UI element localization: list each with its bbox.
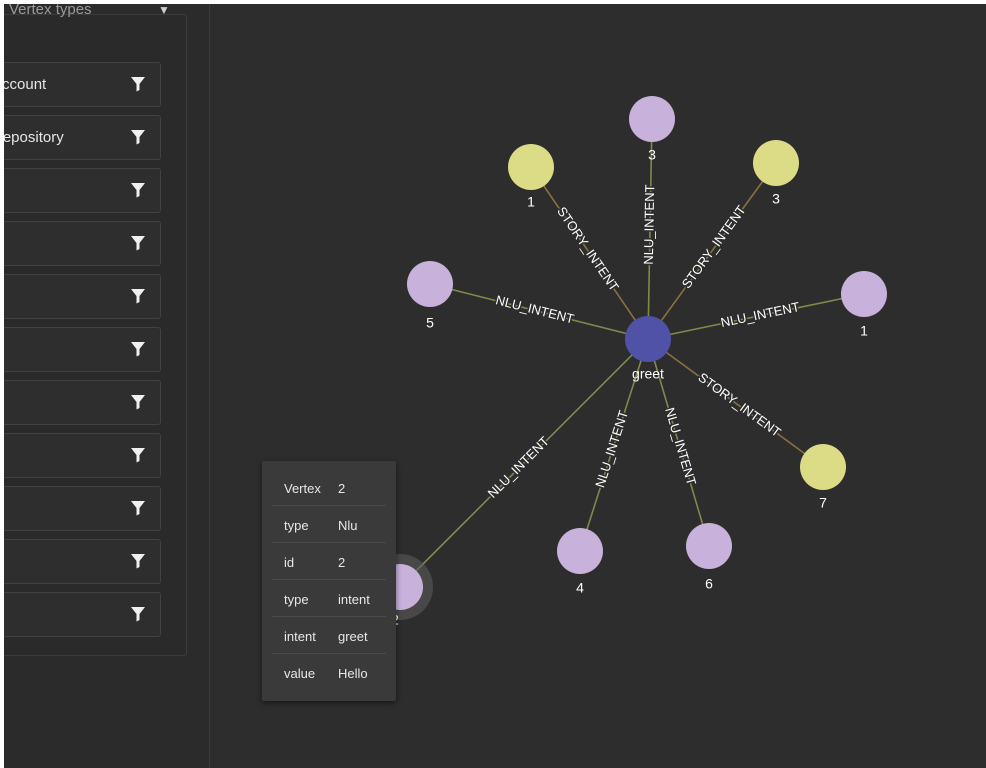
node-label: 1 xyxy=(860,323,868,339)
node-label: 7 xyxy=(819,495,827,511)
tooltip-key: value xyxy=(284,666,316,681)
node-label: 6 xyxy=(705,576,713,592)
tooltip-row: intent greet xyxy=(272,617,386,654)
graph-node[interactable] xyxy=(557,528,603,574)
vertex-tooltip: Vertex 2 type Nlu id 2 type intent inten… xyxy=(262,461,396,701)
node-label: 4 xyxy=(576,580,584,596)
edge-label: STORY_INTENT xyxy=(695,370,783,440)
edge-label: STORY_INTENT xyxy=(679,203,749,292)
tooltip-value: Nlu xyxy=(338,518,358,533)
edge-label: NLU_INTENT xyxy=(641,184,657,264)
node-label: 1 xyxy=(527,194,535,210)
edge-label: NLU_INTENT xyxy=(719,299,801,330)
graph-node[interactable] xyxy=(800,444,846,490)
graph-node[interactable] xyxy=(508,144,554,190)
edge-label: NLU_INTENT xyxy=(592,408,631,489)
center-node[interactable] xyxy=(625,316,671,362)
graph-node[interactable] xyxy=(629,96,675,142)
node-label: 3 xyxy=(772,191,780,207)
tooltip-row: type Nlu xyxy=(272,506,386,543)
graph-node[interactable] xyxy=(841,271,887,317)
edge-label: NLU_INTENT xyxy=(485,434,552,501)
app-frame: Vertex types ▼ Account Repository xyxy=(4,4,986,768)
tooltip-row: id 2 xyxy=(272,543,386,580)
tooltip-key: type xyxy=(284,518,309,533)
edge-label: STORY_INTENT xyxy=(554,204,622,294)
tooltip-key: intent xyxy=(284,629,316,644)
tooltip-value: greet xyxy=(338,629,368,644)
tooltip-row: type intent xyxy=(272,580,386,617)
tooltip-key: type xyxy=(284,592,309,607)
tooltip-row: Vertex 2 xyxy=(272,469,386,506)
center-node-label: greet xyxy=(632,366,664,382)
edge-label: NLU_INTENT xyxy=(494,292,575,326)
node-label: 5 xyxy=(426,315,434,331)
tooltip-key: id xyxy=(284,555,295,570)
tooltip-value: 2 xyxy=(338,481,346,496)
tooltip-key: Vertex xyxy=(284,481,321,496)
tooltip-value: 2 xyxy=(338,555,346,570)
tooltip-row: value Hello xyxy=(272,654,386,691)
graph-node[interactable] xyxy=(407,261,453,307)
graph-node[interactable] xyxy=(686,523,732,569)
edge-label: NLU_INTENT xyxy=(662,406,699,487)
graph-node[interactable] xyxy=(753,140,799,186)
tooltip-value: intent xyxy=(338,592,370,607)
tooltip-value: Hello xyxy=(338,666,368,681)
node-label: 3 xyxy=(648,147,656,163)
graph-canvas[interactable]: NLU_INTENTSTORY_INTENT STORY_INTENTNLU_IN… xyxy=(4,4,986,768)
